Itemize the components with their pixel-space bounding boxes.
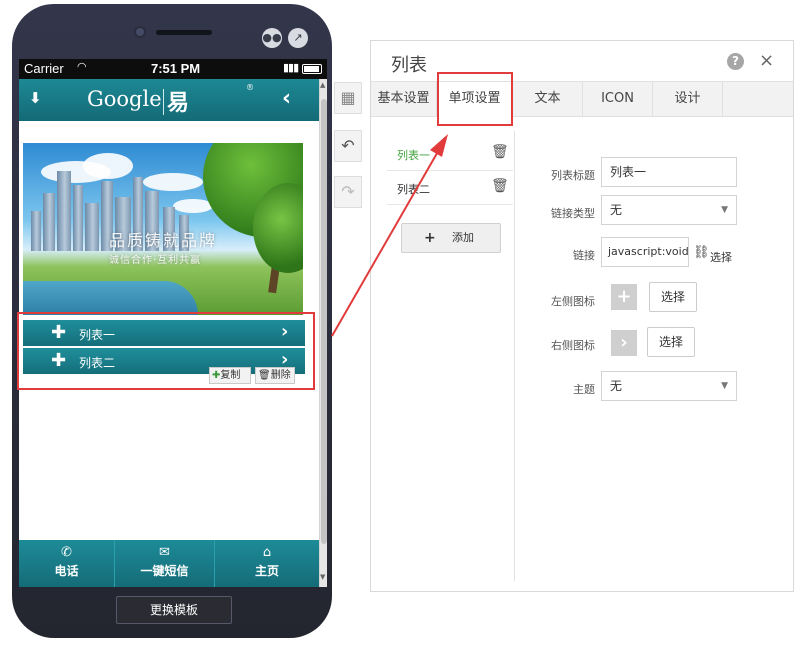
annotation-arrow (331, 134, 448, 337)
